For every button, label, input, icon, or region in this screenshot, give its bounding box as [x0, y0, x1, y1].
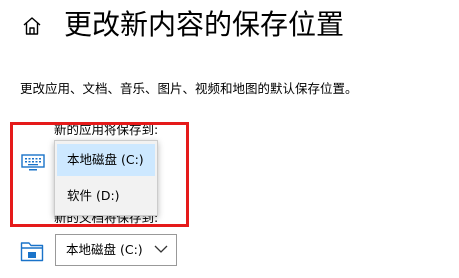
documents-drive-dropdown[interactable]: 本地磁盘 (C:) [55, 234, 177, 266]
settings-page: 更改新内容的保存位置 更改应用、文档、音乐、图片、视频和地图的默认保存位置。 新… [0, 0, 459, 278]
home-icon[interactable] [20, 14, 44, 38]
chevron-down-icon [154, 245, 168, 253]
drive-option-c[interactable]: 本地磁盘 (C:) [57, 144, 155, 176]
page-description: 更改应用、文档、音乐、图片、视频和地图的默认保存位置。 [20, 81, 358, 96]
folder-icon [20, 242, 44, 262]
documents-drive-value: 本地磁盘 (C:) [66, 242, 143, 257]
page-title: 更改新内容的保存位置 [64, 8, 345, 41]
apps-drive-dropdown-menu: 本地磁盘 (C:) 软件 (D:) [54, 140, 158, 216]
drive-option-d[interactable]: 软件 (D:) [57, 180, 155, 212]
